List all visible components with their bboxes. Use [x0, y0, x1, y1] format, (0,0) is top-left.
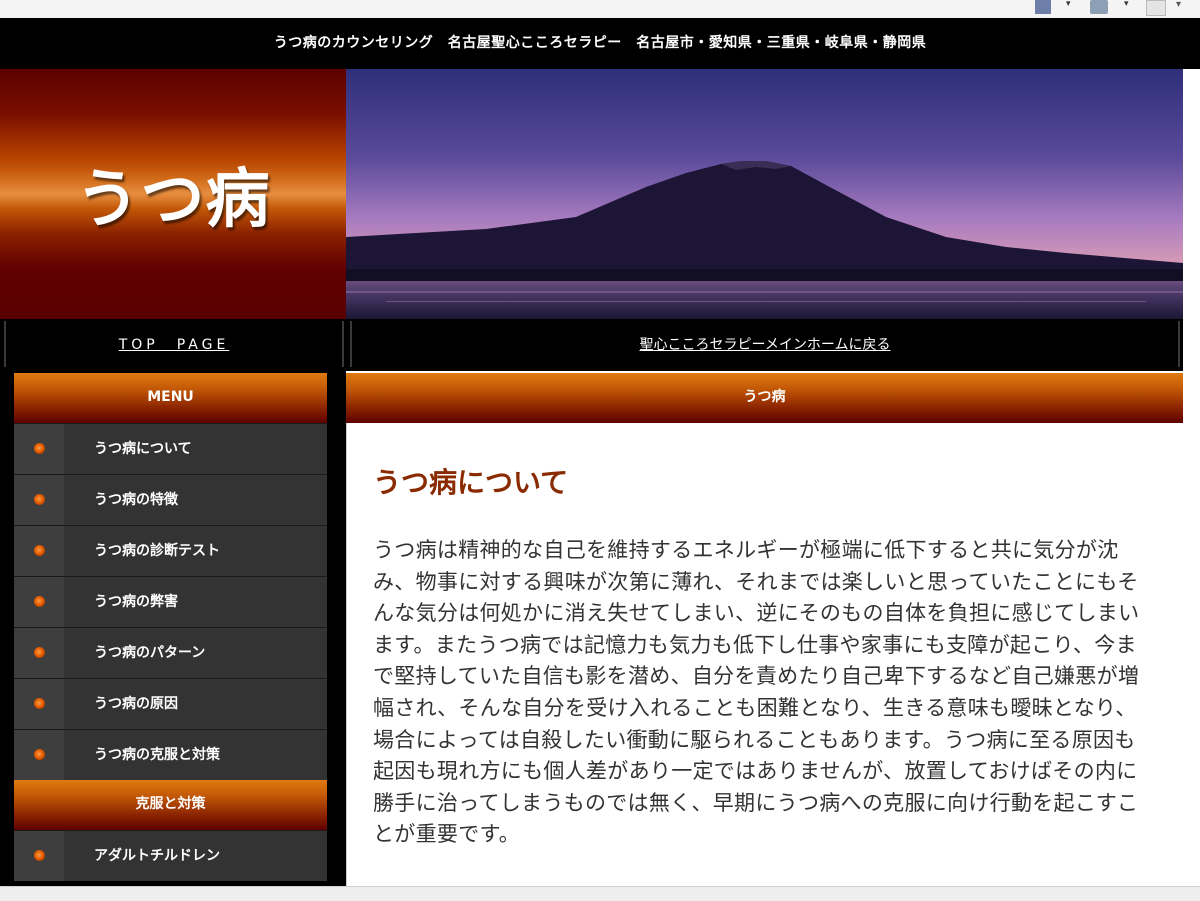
print-icon[interactable] — [1146, 0, 1166, 16]
sidebar-item[interactable]: うつ病の克服と対策 — [14, 729, 327, 780]
page-title: うつ病について — [373, 466, 569, 499]
chevron-down-icon[interactable]: ▾ — [1176, 0, 1188, 14]
sidebar-item-label[interactable]: うつ病の特徴 — [94, 475, 178, 525]
page-icon[interactable] — [1035, 0, 1051, 14]
sidebar-item-label[interactable]: うつ病の診断テスト — [94, 526, 220, 576]
bullet-icon — [34, 443, 45, 454]
bullet-icon — [34, 647, 45, 658]
bullet-icon — [34, 494, 45, 505]
sidebar-item[interactable]: うつ病のパターン — [14, 627, 327, 678]
content-body: うつ病について うつ病は精神的な自己を維持するエネルギーが極端に低下すると共に気… — [346, 423, 1184, 886]
content-heading-bar: うつ病 — [346, 373, 1183, 423]
chevron-down-icon[interactable]: ▾ — [1124, 0, 1132, 14]
bullet-icon — [34, 850, 45, 861]
hero-image — [346, 69, 1183, 319]
mountain-sunset-image — [346, 69, 1183, 319]
sidebar-item[interactable]: うつ病について — [14, 423, 327, 474]
sidebar-item-label[interactable]: うつ病の克服と対策 — [94, 730, 220, 780]
sidebar-section-heading: 克服と対策 — [14, 780, 327, 830]
nav-top-page-cell: TOP PAGE — [0, 319, 346, 371]
sidebar-menu-heading: MENU — [14, 373, 327, 423]
sidebar-item[interactable]: うつ病の診断テスト — [14, 525, 327, 576]
nav-main-home-cell: 聖心こころセラピーメインホームに戻る — [346, 319, 1183, 371]
sidebar-item[interactable]: うつ病の原因 — [14, 678, 327, 729]
sidebar-item-label[interactable]: うつ病のパターン — [94, 628, 205, 678]
feed-icon[interactable] — [1090, 0, 1108, 14]
browser-toolbar: ▾ ▾ ▾ — [0, 0, 1200, 19]
sidebar-item[interactable]: うつ病の特徴 — [14, 474, 327, 525]
sidebar-item-label[interactable]: うつ病の原因 — [94, 679, 178, 729]
sidebar-item-label[interactable]: うつ病の弊害 — [94, 577, 178, 627]
main-home-link[interactable]: 聖心こころセラピーメインホームに戻る — [639, 337, 890, 353]
page-scrollbar-track[interactable] — [1183, 69, 1200, 886]
status-bar — [0, 886, 1200, 901]
chevron-down-icon[interactable]: ▾ — [1066, 0, 1074, 14]
bullet-icon — [34, 596, 45, 607]
sidebar-item-label[interactable]: アダルトチルドレン — [94, 831, 220, 881]
site-title: うつ病のカウンセリング 名古屋聖心こころセラピー 名古屋市・愛知県・三重県・岐阜… — [273, 35, 927, 51]
sidebar: MENU うつ病について うつ病の特徴 うつ病の診断テスト うつ病の弊害 うつ病… — [0, 371, 346, 886]
site-title-bar: うつ病のカウンセリング 名古屋聖心こころセラピー 名古屋市・愛知県・三重県・岐阜… — [0, 18, 1200, 69]
bullet-icon — [34, 749, 45, 760]
logo-text: うつ病 — [75, 163, 271, 237]
bullet-icon — [34, 545, 45, 556]
sidebar-item-label[interactable]: うつ病について — [94, 424, 192, 474]
sidebar-item[interactable]: うつ病の弊害 — [14, 576, 327, 627]
sidebar-item[interactable]: アダルトチルドレン — [14, 830, 327, 881]
bullet-icon — [34, 698, 45, 709]
page-paragraph: うつ病は精神的な自己を維持するエネルギーが極端に低下すると共に気分が沈み、物事に… — [373, 538, 1140, 847]
top-page-link[interactable]: TOP PAGE — [119, 337, 230, 353]
logo-banner: うつ病 — [0, 69, 346, 319]
